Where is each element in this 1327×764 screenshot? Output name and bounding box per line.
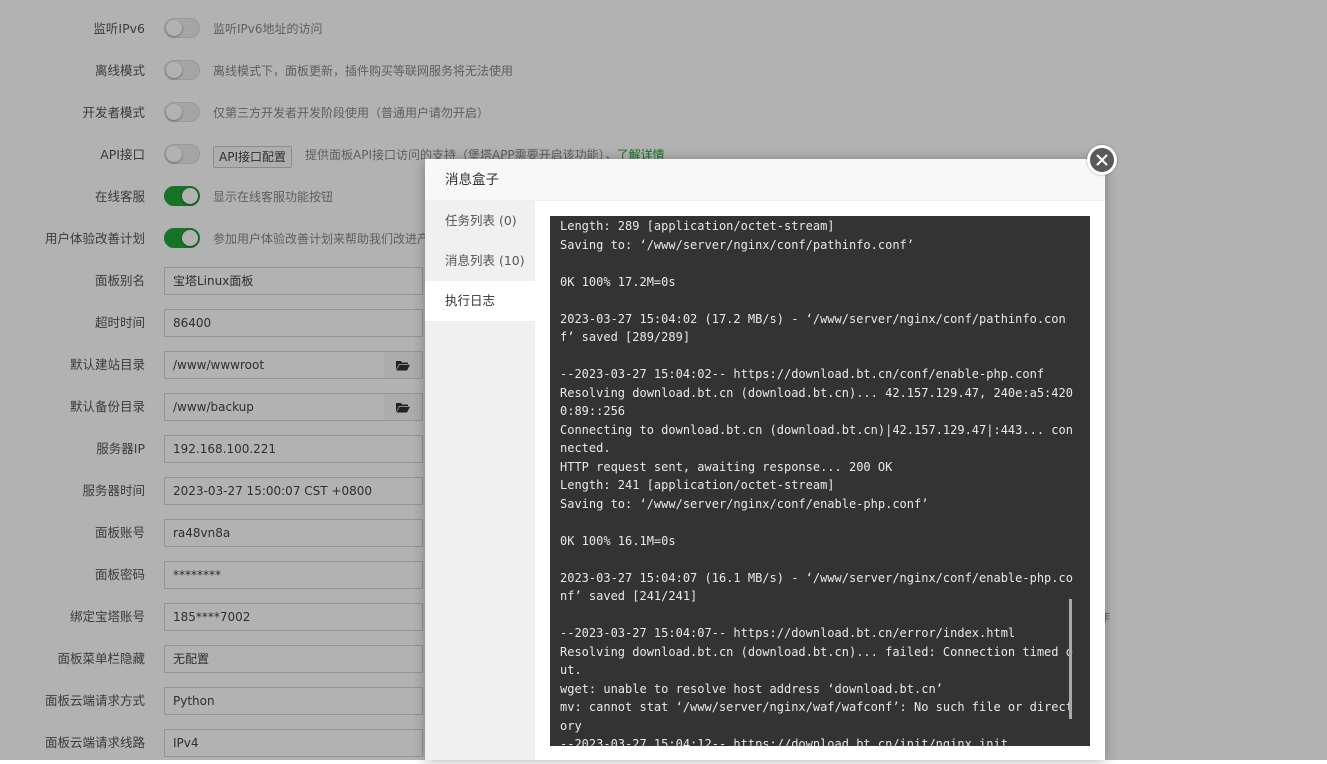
dialog-header: 消息盒子	[425, 159, 1105, 201]
log-line: 2023-03-27 15:04:07 (16.1 MB/s) - ‘/www/…	[560, 570, 1073, 604]
dialog-body: Length: 289 [application/octet-stream] Sa…	[535, 201, 1105, 760]
log-line: wget: unable to resolve host address ‘do…	[560, 681, 943, 696]
log-line: Connecting to download.bt.cn (download.b…	[560, 422, 1073, 456]
message-box-dialog: 消息盒子 任务列表 (0) 消息列表 (10) 执行日志 Length: 289…	[425, 145, 1117, 760]
log-line: Resolving download.bt.cn (download.bt.cn…	[560, 644, 1073, 678]
log-line: 0K 100% 17.2M=0s	[560, 274, 676, 289]
close-icon	[1096, 154, 1108, 166]
log-line: mv: cannot stat ‘/www/server/nginx/waf/w…	[560, 700, 1073, 733]
log-line: Length: 289 [application/octet-stream]	[560, 219, 835, 233]
tab-message-list[interactable]: 消息列表 (10)	[425, 241, 535, 281]
log-line: Resolving download.bt.cn (download.bt.cn…	[560, 385, 1073, 419]
dialog-close-button[interactable]	[1087, 145, 1117, 175]
tab-execution-log[interactable]: 执行日志	[425, 281, 535, 321]
dialog-title: 消息盒子	[445, 172, 499, 188]
log-scrollbar[interactable]	[1069, 599, 1072, 719]
log-line: Length: 241 [application/octet-stream]	[560, 478, 835, 492]
log-line: 2023-03-27 15:04:02 (17.2 MB/s) - ‘/www/…	[560, 311, 1066, 345]
dialog-tabs: 任务列表 (0) 消息列表 (10) 执行日志	[425, 201, 535, 760]
log-line: Saving to: ‘/www/server/nginx/conf/enabl…	[560, 496, 929, 511]
log-line: --2023-03-27 15:04:02-- https://download…	[560, 367, 1045, 381]
log-line: --2023-03-27 15:04:12-- https://download…	[560, 737, 1008, 746]
log-line: Saving to: ‘/www/server/nginx/conf/pathi…	[560, 237, 915, 252]
log-line: HTTP request sent, awaiting response... …	[560, 459, 893, 474]
tab-task-list[interactable]: 任务列表 (0)	[425, 201, 535, 241]
close-button-bg	[1090, 148, 1114, 172]
log-line: --2023-03-27 15:04:07-- https://download…	[560, 626, 1016, 640]
execution-log-terminal[interactable]: Length: 289 [application/octet-stream] Sa…	[550, 216, 1090, 746]
log-line: 0K 100% 16.1M=0s	[560, 533, 676, 548]
